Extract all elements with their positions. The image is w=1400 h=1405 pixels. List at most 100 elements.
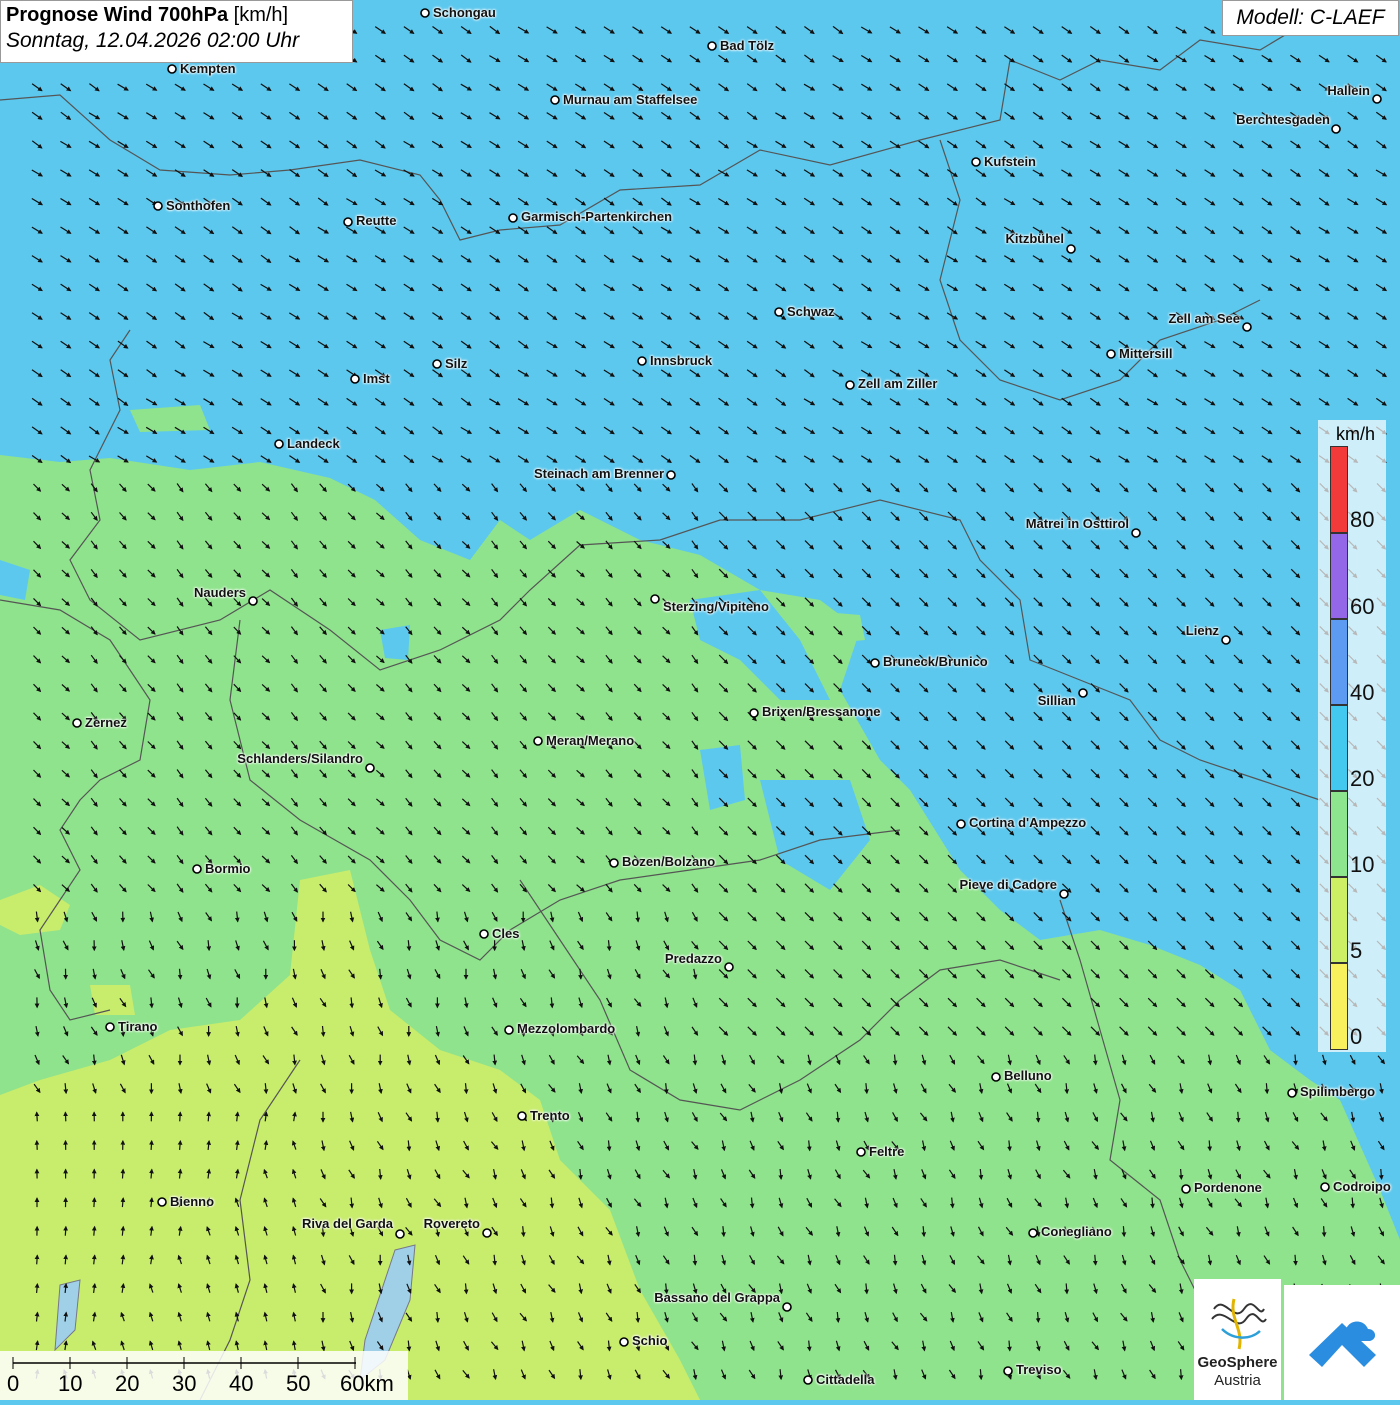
map-title: Prognose Wind 700hPa [km/h]: [6, 4, 347, 27]
scale-label: 30: [172, 1371, 196, 1397]
city-label: Conegliano: [1041, 1224, 1112, 1239]
city-dot: [992, 1073, 1000, 1081]
city-label: Brixen/Bressanone: [762, 704, 881, 719]
city-dot: [1029, 1229, 1037, 1237]
city-label: Steinach am Brenner: [534, 466, 664, 481]
city-label: Rovereto: [424, 1216, 480, 1231]
city-label: Tirano: [118, 1019, 158, 1034]
title-unit: [km/h]: [234, 4, 288, 26]
wind-arrow: [180, 1112, 181, 1121]
city-label: Imst: [363, 371, 390, 386]
city-dot: [1182, 1185, 1190, 1193]
wind-arrow: [1295, 1055, 1296, 1065]
wind-zone-5-10-patch: [90, 985, 135, 1015]
city-label: Kempten: [180, 61, 236, 76]
city-label: Schwaz: [787, 304, 835, 319]
wind-arrow: [1266, 1083, 1267, 1093]
city-label: Bozen/Bolzano: [622, 854, 715, 869]
city-label: Bad Tölz: [720, 38, 774, 53]
legend-swatch-40: [1330, 619, 1348, 705]
city-label: Landeck: [287, 436, 340, 451]
legend-swatch-0: [1330, 963, 1348, 1050]
wind-arrow: [1381, 1169, 1382, 1179]
city-label: Zernez: [85, 715, 127, 730]
city-dot: [534, 737, 542, 745]
city-dot: [168, 65, 176, 73]
map-title-box: Prognose Wind 700hPa [km/h] Sonntag, 12.…: [0, 0, 353, 63]
city-label: Schio: [632, 1333, 667, 1348]
model-label: Modell: C-LAEF: [1222, 0, 1399, 36]
legend-swatch-10: [1330, 791, 1348, 877]
wind-arrow: [94, 1227, 95, 1236]
city-dot: [846, 381, 854, 389]
city-dot: [651, 595, 659, 603]
city-label: Sillian: [1038, 693, 1076, 708]
city-dot: [1332, 125, 1340, 133]
city-label: Sterzing/Vipiteno: [663, 599, 769, 614]
wind-arrow: [65, 1255, 66, 1264]
city-label: Matrei in Osttirol: [1026, 516, 1129, 531]
city-dot: [249, 597, 257, 605]
wind-arrow: [123, 1170, 124, 1179]
city-dot: [73, 719, 81, 727]
scale-label: 0: [7, 1371, 19, 1397]
city-dot: [1288, 1089, 1296, 1097]
city-dot: [857, 1148, 865, 1156]
scale-label: 10: [58, 1371, 82, 1397]
wind-arrow: [151, 1141, 152, 1150]
legend-unit: km/h: [1336, 424, 1375, 445]
city-label: Meran/Merano: [546, 733, 634, 748]
city-label: Schlanders/Silandro: [237, 751, 363, 766]
city-label: Trento: [530, 1108, 570, 1123]
city-dot: [509, 214, 517, 222]
legend-label-60: 60: [1350, 594, 1374, 620]
city-label: Bassano del Grappa: [654, 1290, 780, 1305]
city-label: Pieve di Cadore: [959, 877, 1057, 892]
city-dot: [957, 820, 965, 828]
wind-zone-20-40-patch: [380, 625, 410, 660]
city-dot: [106, 1023, 114, 1031]
city-dot: [154, 202, 162, 210]
wind-arrow: [1123, 1226, 1124, 1236]
wind-arrow: [1352, 1198, 1353, 1208]
city-dot: [775, 308, 783, 316]
city-label: Treviso: [1016, 1362, 1062, 1377]
wind-arrow: [1009, 1341, 1010, 1351]
city-label: Mittersill: [1119, 346, 1172, 361]
city-dot: [421, 9, 429, 17]
city-label: Schongau: [433, 5, 496, 20]
city-dot: [551, 96, 559, 104]
wind-arrow: [37, 1112, 38, 1121]
city-dot: [518, 1112, 526, 1120]
logo-line2: Austria: [1214, 1372, 1261, 1389]
cloud-arrow-icon: [1284, 1285, 1400, 1400]
wind-arrow: [37, 1255, 38, 1264]
city-label: Bormio: [205, 861, 251, 876]
wind-arrow: [1181, 1369, 1182, 1379]
wind-arrow: [1038, 1312, 1039, 1322]
city-dot: [708, 42, 716, 50]
city-label: Innsbruck: [650, 353, 712, 368]
wind-arrow: [1324, 1226, 1325, 1236]
city-dot: [505, 1026, 513, 1034]
city-dot: [972, 158, 980, 166]
wind-arrow: [65, 1227, 66, 1236]
city-dot: [275, 440, 283, 448]
wind-arrow: [1209, 1140, 1210, 1150]
city-label: Silz: [445, 356, 467, 371]
wind-arrow: [980, 1369, 981, 1379]
city-dot: [1079, 689, 1087, 697]
wind-arrow: [180, 1141, 181, 1150]
city-dot: [871, 659, 879, 667]
legend-label-80: 80: [1350, 507, 1374, 533]
city-label: Reutte: [356, 213, 396, 228]
legend-label-40: 40: [1350, 680, 1374, 706]
city-dot: [344, 218, 352, 226]
city-dot: [1060, 890, 1068, 898]
city-label: Murnau am Staffelsee: [563, 92, 697, 107]
city-label: Pordenone: [1194, 1180, 1262, 1195]
wind-arrow: [1095, 1255, 1096, 1265]
city-dot: [483, 1229, 491, 1237]
city-dot: [638, 357, 646, 365]
wind-arrow: [1152, 1198, 1153, 1208]
